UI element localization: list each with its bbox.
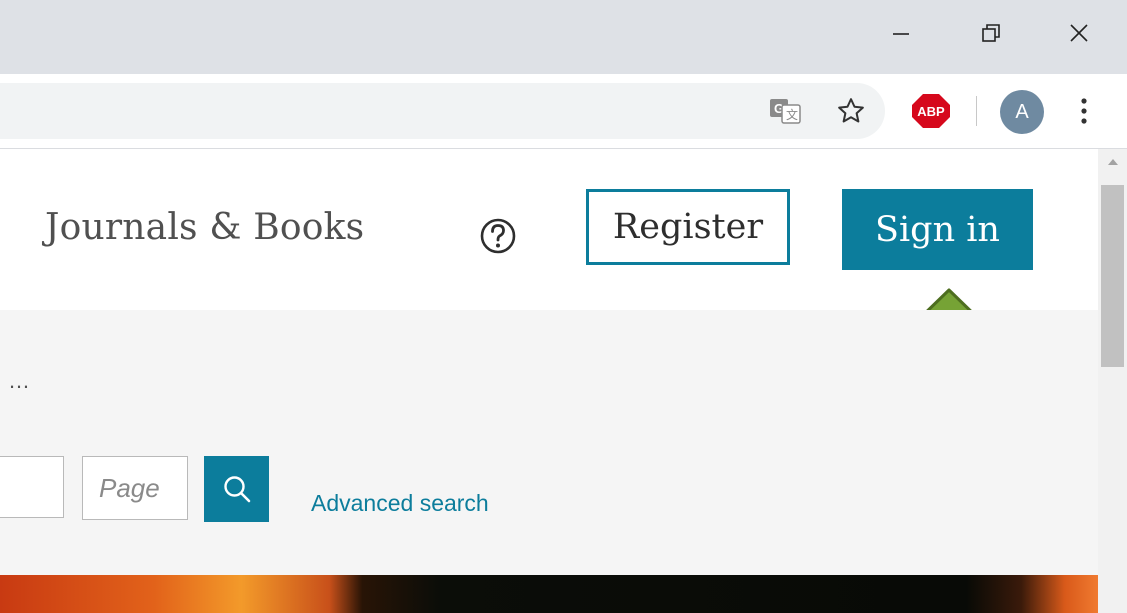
- page-input[interactable]: [82, 456, 188, 520]
- adblock-plus-button[interactable]: ABP: [910, 93, 952, 129]
- nav-journals-books[interactable]: Journals & Books: [45, 207, 364, 248]
- translate-button[interactable]: G 文: [768, 96, 802, 126]
- minimize-button[interactable]: [872, 8, 930, 58]
- search-field[interactable]: [0, 456, 64, 518]
- address-bar[interactable]: [0, 83, 885, 139]
- close-icon: [1070, 24, 1088, 42]
- svg-text:文: 文: [786, 107, 798, 122]
- close-button[interactable]: [1050, 8, 1108, 58]
- hero-image: [0, 575, 1098, 613]
- search-icon: [223, 476, 250, 503]
- chevron-up-icon: [1107, 159, 1118, 165]
- help-button[interactable]: [478, 216, 518, 256]
- scroll-thumb[interactable]: [1101, 185, 1124, 367]
- page-content: Journals & Books Register Sign in … Adva…: [0, 149, 1098, 613]
- minimize-icon: [893, 33, 909, 35]
- scroll-up-button[interactable]: [1098, 157, 1127, 177]
- sign-in-button[interactable]: Sign in: [842, 189, 1033, 270]
- search-section: … Advanced search: [0, 310, 1098, 575]
- browser-toolbar: [0, 74, 1127, 149]
- restore-icon: [982, 24, 1000, 42]
- toolbar-separator: [976, 96, 977, 126]
- truncated-heading: …: [8, 368, 30, 393]
- more-vert-icon: [1081, 98, 1087, 124]
- site-header: Journals & Books Register Sign in: [0, 149, 1098, 354]
- search-button[interactable]: [204, 456, 269, 522]
- register-button[interactable]: Register: [586, 189, 790, 265]
- star-icon: [838, 98, 864, 123]
- restore-button[interactable]: [962, 8, 1020, 58]
- advanced-search-link[interactable]: Advanced search: [311, 490, 489, 517]
- help-icon: [480, 218, 516, 254]
- translate-icon: G 文: [770, 99, 801, 124]
- adblock-label: ABP: [917, 104, 945, 119]
- page-scrollbar[interactable]: [1098, 149, 1127, 613]
- profile-avatar[interactable]: A: [1000, 90, 1044, 134]
- adblock-plus-icon: ABP: [912, 94, 950, 128]
- window-titlebar: [0, 0, 1127, 74]
- bookmark-star-button[interactable]: [834, 94, 868, 128]
- chrome-menu-button[interactable]: [1072, 92, 1096, 130]
